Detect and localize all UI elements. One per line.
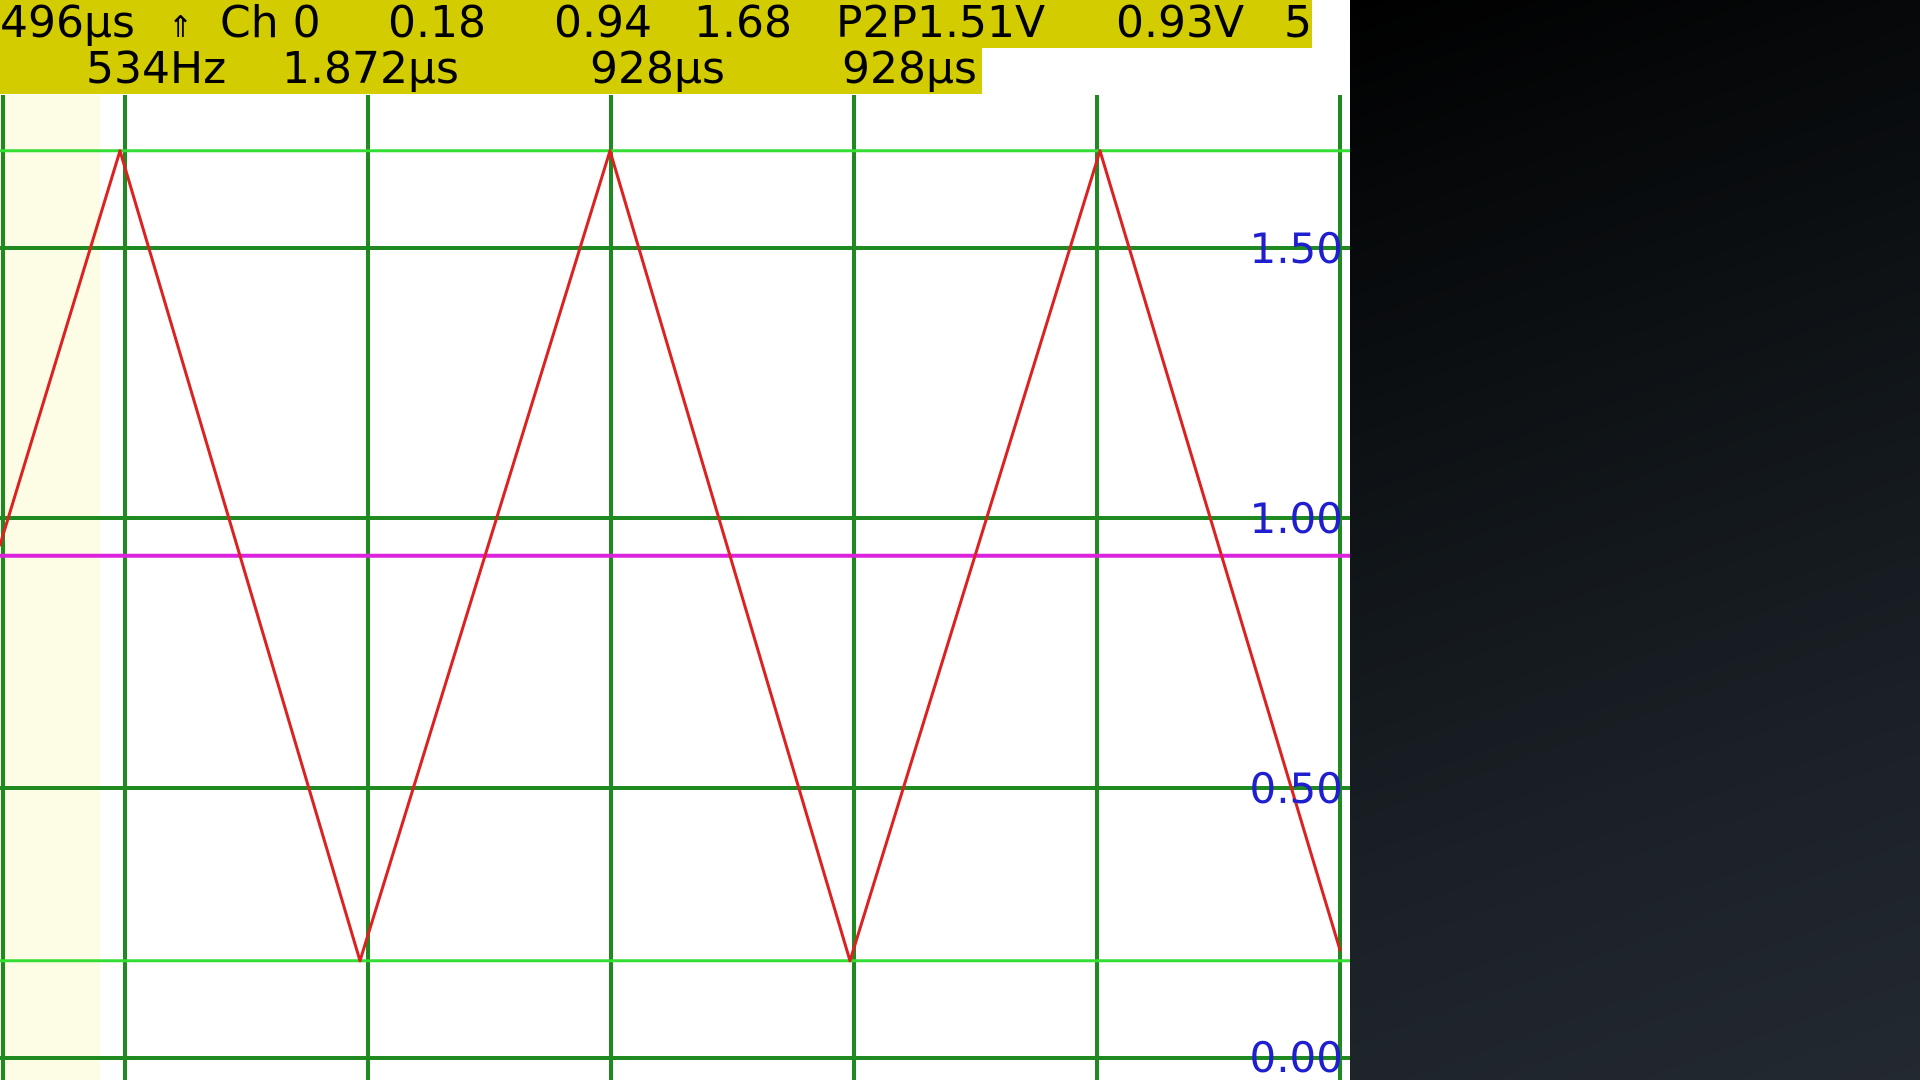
trace-point [848,959,852,963]
high-time-readout: 928μs [590,43,725,94]
sample-period-readout: 1.872μs [282,43,459,94]
trace-point [118,149,122,153]
plot-background [0,0,1350,1080]
y-tick-label: 0.50 [1249,764,1343,813]
channel-readout[interactable]: Ch 0 [220,0,321,48]
min-voltage-readout: 0.18 [388,0,486,48]
peak-to-peak-readout: P2P1.51V [836,0,1045,48]
oscilloscope-display[interactable]: 0.000.501.001.50 496μs ⇑ Ch 0 0.18 0.94 … [0,0,1350,1080]
max-voltage-readout: 1.68 [694,0,792,48]
trace-point [358,959,362,963]
y-tick-label: 0.00 [1249,1033,1343,1080]
trigger-level-readout[interactable]: 0.93V [1116,0,1244,48]
pretrigger-region [0,95,100,1080]
average-voltage-readout: 0.94 [554,0,652,48]
y-tick-label: 1.00 [1249,494,1343,543]
trace-point [1098,149,1102,153]
trace-point [608,149,612,153]
timebase-readout[interactable]: 496μs [0,0,135,48]
frequency-readout: 534Hz [86,43,226,94]
trace-point [1338,948,1342,952]
y-tick-label: 1.50 [1249,224,1343,273]
oscilloscope-screen: 0.00 0.50 1.00 1.50 496μs ⇑ Ch 0 0.18 0.94 … [0,0,1920,1080]
trigger-edge-icon[interactable]: ⇑ [168,10,193,45]
low-time-readout: 928μs [842,43,977,94]
vertical-scale-readout[interactable]: 5 [1284,0,1312,48]
side-panel [1350,0,1920,1080]
